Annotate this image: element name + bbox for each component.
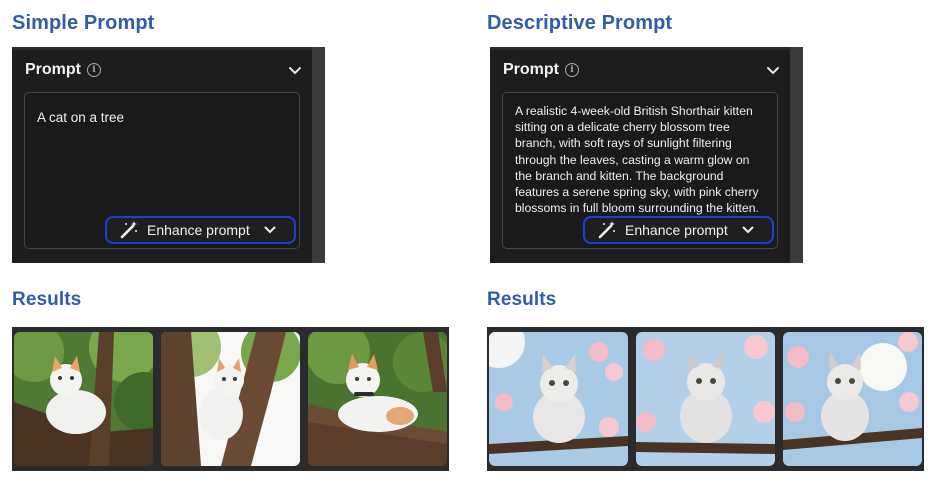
result-image[interactable] [489, 332, 628, 466]
results-heading: Results [487, 289, 557, 310]
prompt-text: A realistic 4-week-old British Shorthair… [515, 104, 759, 216]
prompt-textarea[interactable]: A realistic 4-week-old British Shorthair… [502, 92, 778, 249]
prompt-text: A cat on a tree [37, 110, 125, 125]
simple-prompt-heading: Simple Prompt [12, 12, 155, 34]
prompt-textarea[interactable]: A cat on a tree Enhance prompt [24, 92, 300, 249]
prompt-title: Prompt [25, 61, 81, 78]
chevron-down-icon [264, 226, 276, 234]
info-icon[interactable]: i [565, 63, 579, 77]
enhance-prompt-label: Enhance prompt [147, 222, 250, 238]
result-image[interactable] [636, 332, 775, 466]
result-image[interactable] [161, 332, 300, 466]
panel-scrollbar[interactable] [312, 47, 325, 263]
result-image[interactable] [783, 332, 922, 466]
panel-scrollbar[interactable] [790, 47, 803, 263]
chevron-down-icon[interactable] [766, 66, 780, 76]
results-strip-descriptive [487, 327, 924, 471]
enhance-prompt-button[interactable]: Enhance prompt [105, 216, 296, 244]
enhance-prompt-button[interactable]: Enhance prompt [583, 216, 774, 244]
results-heading: Results [12, 289, 82, 310]
magic-wand-icon [598, 221, 615, 239]
chevron-down-icon[interactable] [288, 66, 302, 76]
descriptive-prompt-heading: Descriptive Prompt [487, 12, 673, 34]
chevron-down-icon [742, 226, 754, 234]
info-icon[interactable]: i [87, 63, 101, 77]
results-strip-simple [12, 327, 449, 471]
enhance-prompt-label: Enhance prompt [625, 222, 728, 238]
prompt-title: Prompt [503, 61, 559, 78]
prompt-panel-simple: Prompt i A cat on a tree Enhance prompt [12, 47, 325, 263]
result-image[interactable] [14, 332, 153, 466]
result-image[interactable] [308, 332, 447, 466]
magic-wand-icon [120, 221, 137, 239]
prompt-panel-descriptive: Prompt i A realistic 4-week-old British … [490, 47, 803, 263]
